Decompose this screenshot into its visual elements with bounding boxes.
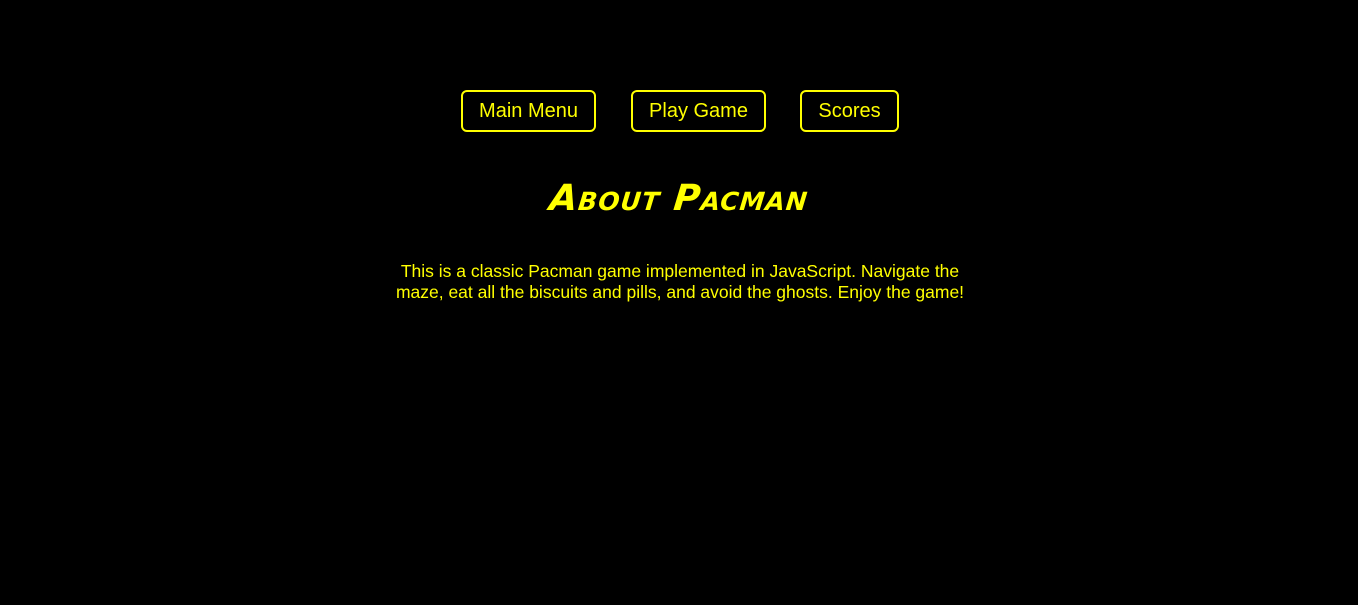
main-menu-button[interactable]: Main Menu bbox=[461, 90, 596, 132]
scores-button[interactable]: Scores bbox=[800, 90, 899, 132]
page-title: About Pacman bbox=[547, 178, 811, 219]
top-navigation: Main Menu Play Game Scores bbox=[0, 90, 1358, 132]
about-description: This is a classic Pacman game implemente… bbox=[395, 261, 965, 302]
play-game-button[interactable]: Play Game bbox=[631, 90, 766, 132]
